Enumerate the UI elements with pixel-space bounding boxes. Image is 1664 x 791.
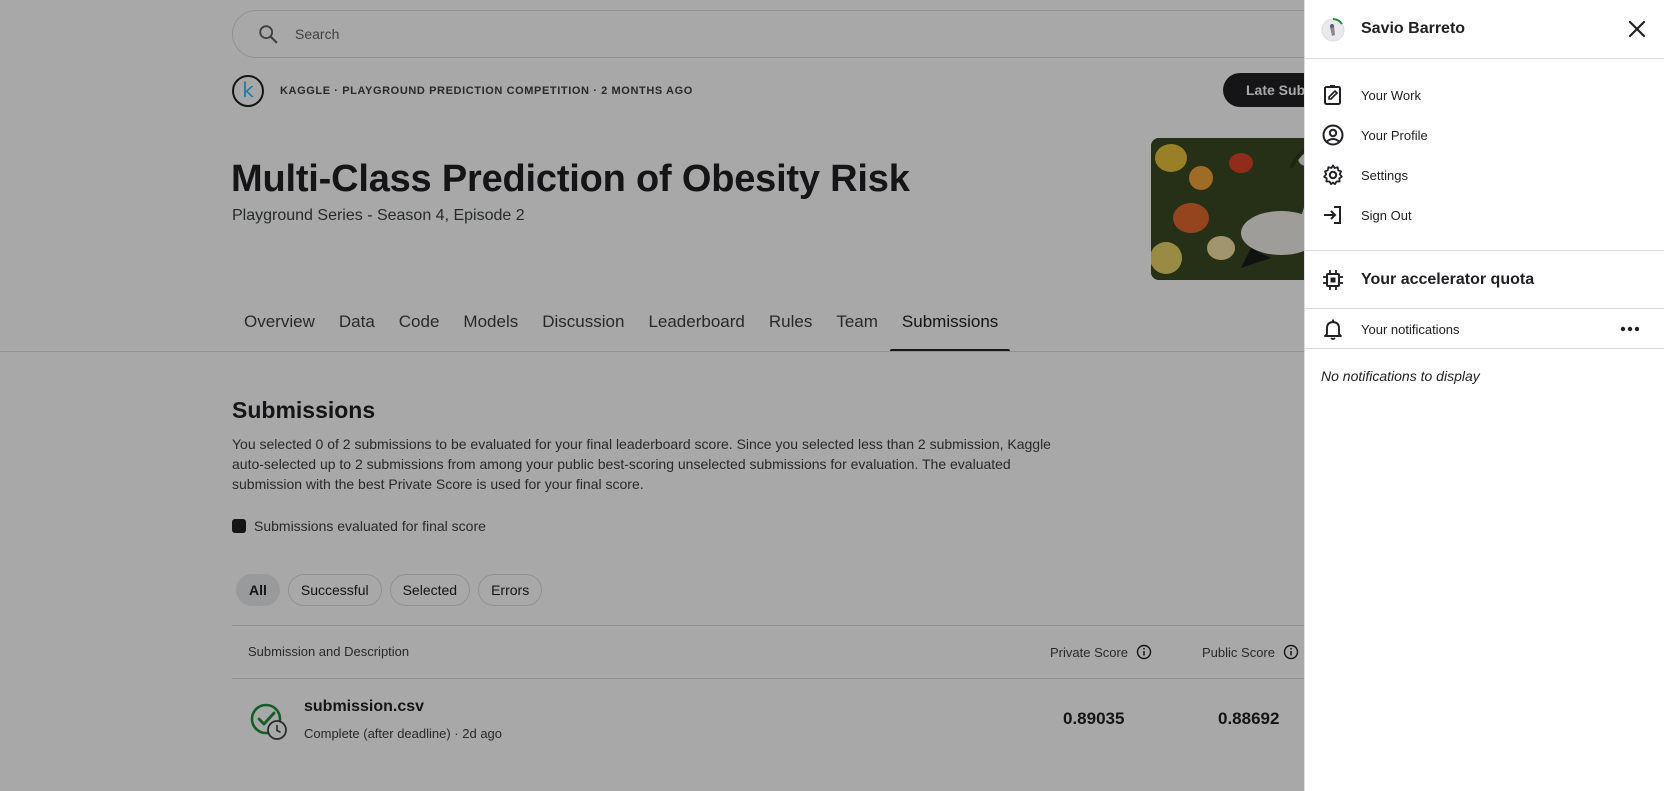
edit-note-icon	[1324, 85, 1341, 105]
bell-icon	[1324, 319, 1342, 340]
menu-item-sign-out[interactable]: Sign Out	[1321, 203, 1641, 227]
no-notifications-text: No notifications to display	[1321, 368, 1480, 384]
avatar[interactable]	[1321, 18, 1345, 42]
menu-item-your-work[interactable]: Your Work	[1321, 83, 1641, 107]
notifications-header: Your notifications	[1321, 317, 1651, 341]
gear-icon	[1323, 164, 1343, 186]
accelerator-quota-label: Your accelerator quota	[1361, 271, 1535, 288]
panel-header: Savio Barreto	[1305, 0, 1664, 59]
menu-item-label: Settings	[1361, 167, 1408, 183]
notifications-label: Your notifications	[1361, 321, 1460, 337]
more-horiz-icon[interactable]	[1618, 317, 1642, 341]
panel-divider	[1305, 348, 1664, 349]
close-icon[interactable]	[1626, 18, 1648, 40]
accelerator-quota[interactable]: Your accelerator quota	[1321, 268, 1534, 292]
menu-item-label: Your Work	[1361, 87, 1421, 103]
menu-item-settings[interactable]: Settings	[1321, 163, 1641, 187]
panel-divider	[1305, 250, 1664, 251]
panel-username: Savio Barreto	[1361, 20, 1466, 37]
menu-item-your-profile[interactable]: Your Profile	[1321, 123, 1641, 147]
panel-divider	[1305, 308, 1664, 309]
account-circle-icon	[1322, 124, 1344, 146]
chip-icon	[1323, 270, 1343, 290]
user-side-panel: Savio Barreto Your Work Your Profile Set…	[1304, 0, 1664, 791]
menu-item-label: Your Profile	[1361, 127, 1428, 143]
modal-backdrop[interactable]	[0, 0, 1304, 791]
menu-item-label: Sign Out	[1361, 207, 1412, 223]
sign-out-icon	[1324, 206, 1341, 224]
